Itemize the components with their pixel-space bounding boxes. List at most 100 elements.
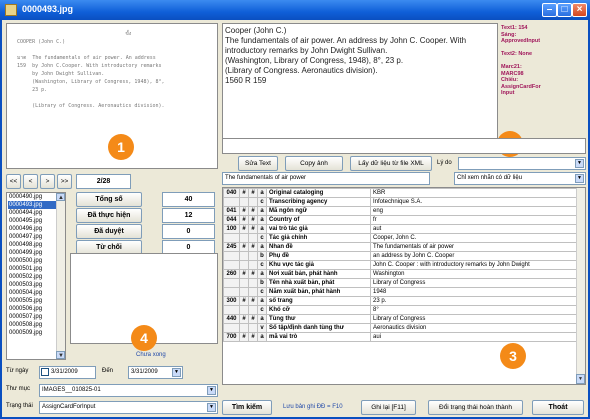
marc-field-value[interactable]: Library of Congress <box>370 278 585 288</box>
marc-ind2 <box>248 287 258 297</box>
marc-subfield: c <box>257 287 267 297</box>
marc-subfield: a <box>257 296 267 306</box>
file-list[interactable]: 0000490.jpg 0000493.jpg 0000494.jpg 0000495… <box>6 192 66 360</box>
marc-row[interactable]: 440 # # a Tùng thư Library of Congress <box>223 314 585 324</box>
marc-field-value[interactable]: fr <box>370 215 585 225</box>
marc-subfield: a <box>257 215 267 225</box>
marc-field-value[interactable]: Library of Congress <box>370 314 585 324</box>
extra-input[interactable] <box>222 138 586 154</box>
marc-tag: 044 <box>223 215 240 225</box>
marc-field-value[interactable]: eng <box>370 206 585 216</box>
scroll-down-icon[interactable]: ▼ <box>56 351 65 359</box>
next-record-button[interactable]: > <box>40 174 55 189</box>
state-dropdown-icon[interactable]: ▼ <box>207 403 216 412</box>
record-text-panel[interactable]: Cooper (John C.) The fundamentals of air… <box>222 23 498 153</box>
marc-field-value[interactable]: 8° <box>370 305 585 315</box>
reason-select[interactable]: ▼ <box>458 157 586 170</box>
marc-tag <box>223 323 240 333</box>
marc-ind1 <box>239 251 249 261</box>
marc-field-value[interactable]: Washington <box>370 269 585 279</box>
marc-row[interactable]: c Khu vực tác giả John C. Cooper : with in… <box>223 260 585 270</box>
marc-row[interactable]: c Năm xuất bản, phát hành 1948 <box>223 287 585 297</box>
marc-field-value[interactable]: an address by John C. Cooper <box>370 251 585 261</box>
marc-ind1 <box>239 323 249 333</box>
marc-row[interactable]: 245 # # a Nhan đề The fundamentals of air pow… <box>223 242 585 252</box>
load-xml-button[interactable]: Lấy dữ liệu từ file XML <box>350 156 432 171</box>
filter-dropdown-icon[interactable]: ▼ <box>575 174 584 183</box>
marc-field-name: Khu vực tác giả <box>266 260 371 270</box>
to-date-dropdown-icon[interactable]: ▼ <box>172 368 181 377</box>
filter-select[interactable]: Chỉ xem nhãn có dữ liệu ▼ <box>454 172 586 185</box>
title-field[interactable]: The fundamentals of air power <box>222 172 430 185</box>
folder-select[interactable]: IMAGES__010825-01 ▼ <box>39 384 218 397</box>
marc-row[interactable]: b Tên nhà xuất bản, phát Library of Congre… <box>223 278 585 288</box>
stat-value: 40 <box>162 192 215 207</box>
marc-row[interactable]: c Khổ cỡ 8° <box>223 305 585 315</box>
marc-tag <box>223 305 240 315</box>
marc-row[interactable]: 040 # # a Original cataloging KBR <box>223 188 585 198</box>
marc-row[interactable]: b Phụ đề an address by John C. Cooper <box>223 251 585 261</box>
exit-button[interactable]: Thoát <box>532 400 584 415</box>
fix-text-button[interactable]: Sửa Text <box>238 156 278 171</box>
folder-label: Thư mục <box>6 386 31 392</box>
marc-ind2: # <box>248 188 258 198</box>
prev-record-button[interactable]: < <box>23 174 38 189</box>
marc-field-value[interactable]: John C. Cooper : with introductory remar… <box>370 260 585 270</box>
metadata-panel: Text1: 154 Sáng: ApprovedInput Text2: No… <box>501 25 585 135</box>
marc-row[interactable]: c Transcribing agency Infotechnique S.A. <box>223 197 585 207</box>
close-button[interactable]: × <box>572 3 587 17</box>
marc-ind1: # <box>239 269 249 279</box>
state-select[interactable]: AssignCardForInput ▼ <box>39 401 218 414</box>
to-date-value: 3/31/2009 <box>131 369 158 375</box>
stat-label[interactable]: Tổng số <box>76 192 142 207</box>
marc-row[interactable]: 044 # # a Country of fr <box>223 215 585 225</box>
stat-label[interactable]: Đã thực hiện <box>76 208 142 223</box>
folder-dropdown-icon[interactable]: ▼ <box>207 386 216 395</box>
marc-row[interactable]: v Số tập/định danh tùng thư Aeronautics di… <box>223 323 585 333</box>
stat-label[interactable]: Đã duyệt <box>76 224 142 239</box>
marc-tag <box>223 233 240 243</box>
state-label: Trạng thái <box>6 403 33 409</box>
search-button[interactable]: Tìm kiếm <box>222 400 272 415</box>
marc-field-value[interactable]: The fundamentals of air power <box>370 242 585 252</box>
scanned-card-text: ขั้ง COOPER (John C.) มาต The fundamenta… <box>17 31 165 109</box>
marc-row[interactable]: 300 # # a số trang 23 p. <box>223 296 585 306</box>
marc-subfield: a <box>257 188 267 198</box>
marc-field-value[interactable]: Cooper, John C. <box>370 233 585 243</box>
mark-complete-button[interactable]: Đổi trạng thái hoàn thành <box>428 400 523 415</box>
last-record-button[interactable]: >> <box>57 174 72 189</box>
stat-value: 0 <box>162 224 215 239</box>
file-list-scrollbar[interactable]: ▲ ▼ <box>56 193 65 359</box>
copy-image-button[interactable]: Copy ảnh <box>285 156 343 171</box>
maximize-button[interactable]: □ <box>557 3 572 17</box>
to-date-field[interactable]: 3/31/2009 ▼ <box>128 366 183 379</box>
record-text: Cooper (John C.) The fundamentals of air… <box>225 26 467 85</box>
marc-ind1 <box>239 305 249 315</box>
marc-field-value[interactable]: Aeronautics division <box>370 323 585 333</box>
marc-subfield: v <box>257 323 267 333</box>
marc-field-value[interactable]: 1948 <box>370 287 585 297</box>
marc-row[interactable]: 100 # # a vai trò tác giả aut <box>223 224 585 234</box>
marc-row[interactable]: 700 # # a mã vai trò aui <box>223 332 585 342</box>
minimize-button[interactable]: – <box>542 3 557 17</box>
marc-field-value[interactable]: KBR <box>370 188 585 198</box>
marc-subfield: a <box>257 206 267 216</box>
from-date-checkbox[interactable] <box>41 368 49 376</box>
save-button[interactable]: Ghi lại [F11] <box>361 400 416 415</box>
marc-field-value[interactable]: aui <box>370 332 585 342</box>
marc-scroll-down-icon[interactable]: ▼ <box>576 374 585 384</box>
marc-subfield: a <box>257 332 267 342</box>
marc-field-value[interactable]: Infotechnique S.A. <box>370 197 585 207</box>
marc-field-name: Nhan đề <box>266 242 371 252</box>
marc-ind2 <box>248 278 258 288</box>
marc-field-value[interactable]: aut <box>370 224 585 234</box>
marc-row[interactable]: c Tác giả chính Cooper, John C. <box>223 233 585 243</box>
marc-row[interactable]: 260 # # a Nơi xuất bản, phát hành Washington <box>223 269 585 279</box>
first-record-button[interactable]: << <box>6 174 21 189</box>
marc-tag <box>223 260 240 270</box>
marc-scrollbar[interactable]: ▼ <box>576 188 585 384</box>
scroll-up-icon[interactable]: ▲ <box>56 193 65 201</box>
reason-dropdown-icon[interactable]: ▼ <box>575 159 584 168</box>
marc-row[interactable]: 041 # # a Mã ngôn ngữ eng <box>223 206 585 216</box>
marc-field-value[interactable]: 23 p. <box>370 296 585 306</box>
